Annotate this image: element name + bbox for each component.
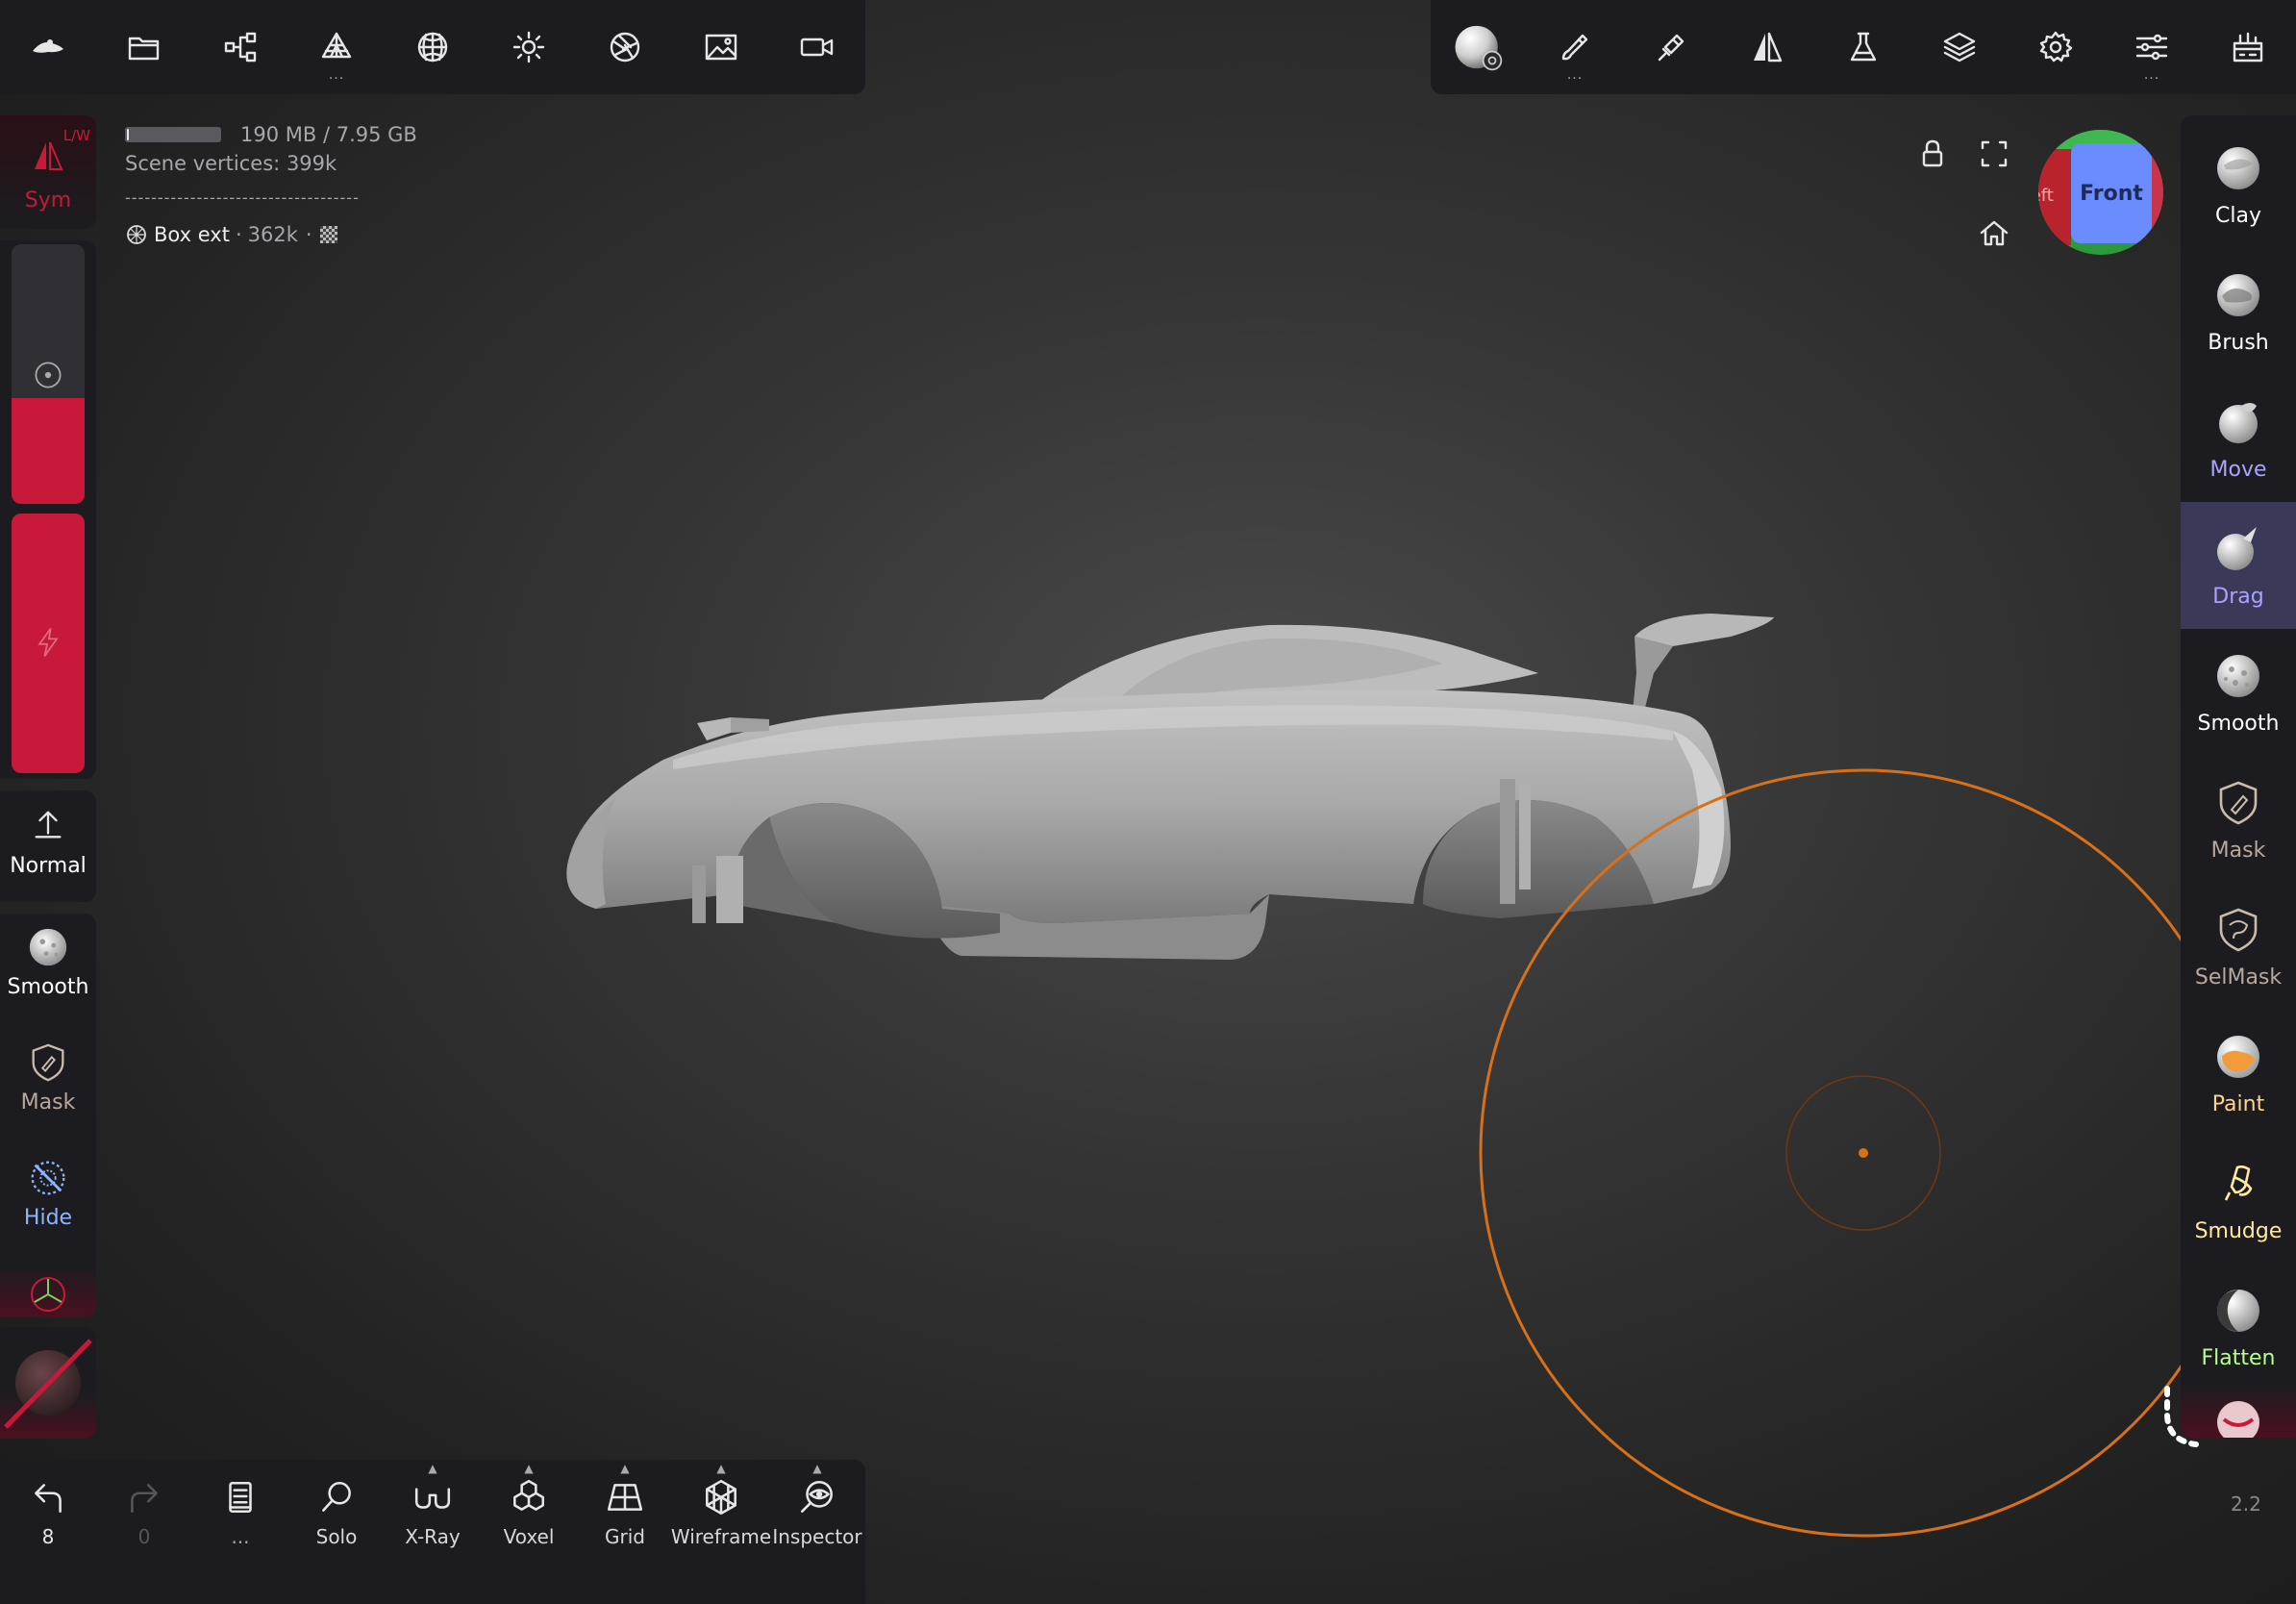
tool-move-label: Move — [2209, 457, 2267, 482]
xray-caret-icon: ▲ — [428, 1462, 437, 1475]
brush-tool-icon — [2217, 273, 2259, 316]
view-cube-front-face: Front — [2071, 143, 2152, 243]
search-icon — [322, 1482, 351, 1512]
inspector-caret-icon: ▲ — [812, 1462, 822, 1475]
selmask-tool-icon — [2219, 908, 2258, 951]
tool-flatten-button[interactable]: Flatten — [2181, 1264, 2296, 1391]
voxel-caret-icon: ▲ — [524, 1462, 534, 1475]
fullscreen-icon — [1981, 140, 2008, 167]
tool-smudge-label: Smudge — [2194, 1218, 2283, 1243]
grid-label: Grid — [605, 1525, 645, 1548]
notes-button[interactable]: ... — [192, 1460, 288, 1566]
drag-tool-icon — [2217, 526, 2257, 570]
tool-mask-button[interactable]: Mask — [2181, 756, 2296, 883]
wireframe-button[interactable]: ▲ Wireframe — [670, 1460, 772, 1566]
redo-count: 0 — [137, 1525, 151, 1548]
smudge-tool-icon — [2224, 1165, 2253, 1201]
move-tool-icon — [2219, 402, 2258, 443]
lock-icon — [1922, 139, 1943, 167]
solo-button[interactable]: Solo — [288, 1460, 385, 1566]
voxel-label: Voxel — [503, 1525, 555, 1548]
undo-button[interactable]: 8 — [0, 1460, 96, 1566]
bottom-toolbar: 8 0 ... Solo ▲ X-Ray ▲ Voxel ▲ Grid ▲ Wi… — [0, 1460, 865, 1604]
sculpt-tools-panel: Clay Brush Move Drag Smooth Mask SelMask Paint S… — [2181, 115, 2296, 1438]
tool-smooth-button[interactable]: Smooth — [2181, 629, 2296, 756]
tool-selmask-button[interactable]: SelMask — [2181, 883, 2296, 1010]
smooth-tool-icon — [2217, 654, 2259, 697]
tools-scroll-handle[interactable] — [2154, 1385, 2240, 1462]
tool-brush-label: Brush — [2208, 330, 2269, 355]
tool-clay-label: Clay — [2215, 203, 2261, 228]
solo-label: Solo — [315, 1525, 358, 1548]
notes-icon — [229, 1482, 252, 1513]
undo-icon — [35, 1484, 62, 1513]
redo-icon — [131, 1484, 158, 1513]
xray-glasses-icon — [414, 1488, 451, 1509]
tool-drag-button[interactable]: Drag — [2181, 502, 2296, 629]
tool-flatten-label: Flatten — [2201, 1345, 2276, 1370]
tool-drag-label: Drag — [2212, 584, 2264, 609]
viewport-mesh-car[interactable] — [0, 0, 2296, 1604]
voxel-cubes-icon — [513, 1479, 544, 1511]
view-cube-gizmo[interactable]: Left Front — [2038, 130, 2163, 255]
home-view-button[interactable] — [1975, 213, 2013, 252]
inspector-button[interactable]: ▲ Inspector — [769, 1460, 865, 1566]
flatten-tool-icon — [2217, 1289, 2259, 1332]
xray-button[interactable]: ▲ X-Ray — [385, 1460, 481, 1566]
xray-label: X-Ray — [405, 1525, 461, 1548]
wireframe-caret-icon: ▲ — [716, 1462, 726, 1475]
home-icon — [1980, 220, 2009, 246]
voxel-button[interactable]: ▲ Voxel — [481, 1460, 577, 1566]
tool-paint-label: Paint — [2211, 1091, 2265, 1116]
view-lock-button[interactable] — [1913, 135, 1952, 173]
inspector-eye-icon — [800, 1480, 833, 1513]
tool-brush-button[interactable]: Brush — [2181, 248, 2296, 375]
tool-smooth-label: Smooth — [2197, 711, 2280, 736]
fullscreen-button[interactable] — [1975, 135, 2013, 173]
grid-button[interactable]: ▲ Grid — [577, 1460, 673, 1566]
wireframe-icon — [706, 1479, 736, 1516]
tool-clay-button[interactable]: Clay — [2181, 121, 2296, 248]
view-cube-right-edge — [2150, 149, 2163, 245]
notes-dots: ... — [231, 1525, 250, 1548]
clay-tool-icon — [2217, 146, 2259, 189]
view-cube-left-label: Left — [2038, 186, 2054, 206]
view-cube-left-face: Left — [2038, 149, 2071, 245]
grid-icon — [607, 1484, 643, 1511]
tool-move-button[interactable]: Move — [2181, 375, 2296, 502]
grid-caret-icon: ▲ — [620, 1462, 630, 1475]
tool-selmask-label: SelMask — [2194, 965, 2283, 990]
redo-button[interactable]: 0 — [96, 1460, 192, 1566]
view-cube-front-label: Front — [2080, 181, 2143, 206]
paint-tool-icon — [2217, 1035, 2259, 1078]
tool-paint-button[interactable]: Paint — [2181, 1010, 2296, 1137]
tool-smudge-button[interactable]: Smudge — [2181, 1137, 2296, 1264]
wireframe-label: Wireframe — [670, 1525, 772, 1548]
tool-mask-label: Mask — [2210, 838, 2266, 863]
mask-tool-icon — [2219, 781, 2258, 824]
app-version: 2.2 — [2231, 1492, 2261, 1516]
inspector-label: Inspector — [772, 1525, 862, 1548]
undo-count: 8 — [41, 1525, 55, 1548]
